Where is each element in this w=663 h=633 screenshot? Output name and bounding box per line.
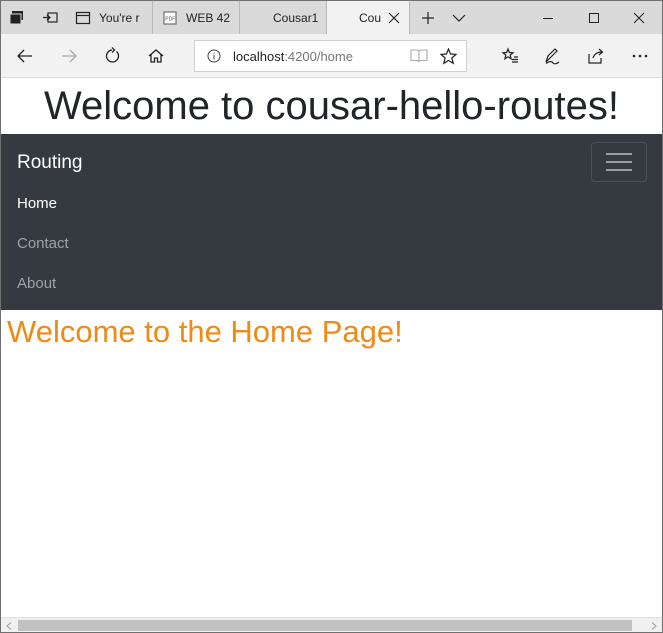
close-window-icon[interactable] [616,1,662,34]
tab-preview-chevron-down-icon[interactable] [443,1,475,34]
refresh-icon[interactable] [90,34,134,78]
page-content: Welcome to cousar-hello-routes! Routing … [1,79,662,617]
tab-bar: You're r PDF WEB 42 Cousar1 Cou [1,1,662,34]
hamburger-icon-bar [606,169,632,171]
svg-text:PDF: PDF [165,16,175,22]
nav-link-contact[interactable]: Contact [17,235,69,252]
address-bar[interactable]: localhost:4200/home [194,40,467,72]
tab-1-label: You're r [99,10,140,25]
home-icon[interactable] [134,34,178,78]
app-navbar: Routing Home Contact About [1,134,662,310]
address-path: :4200/home [284,49,353,64]
page-icon [75,10,91,26]
favorite-star-icon[interactable] [439,47,458,70]
navbar-brand[interactable]: Routing [17,152,83,174]
maximize-icon[interactable] [571,1,617,34]
tab-1[interactable]: You're r [67,1,153,34]
hamburger-icon-bar [606,153,632,155]
tab-3-label: Cousar1 [273,10,319,25]
page-title: Welcome to cousar-hello-routes! [43,84,620,128]
horizontal-scrollbar[interactable] [1,617,662,632]
notes-pen-icon[interactable] [530,34,574,78]
scroll-right-arrow-icon[interactable] [646,618,662,632]
tab-manager-icon[interactable] [1,1,33,34]
share-icon[interactable] [574,34,618,78]
tab-2-label: WEB 42 [186,10,231,25]
minimize-icon[interactable] [525,1,571,34]
hamburger-icon-bar [606,161,632,163]
tab-4-label: Cou [359,11,382,25]
back-icon[interactable] [3,34,47,78]
browser-window: You're r PDF WEB 42 Cousar1 Cou localhos… [0,0,663,633]
tab-4-active[interactable]: Cou [327,1,410,34]
reading-view-icon[interactable] [410,48,428,69]
scrollbar-thumb[interactable] [18,620,632,631]
nav-link-home[interactable]: Home [17,195,57,212]
navbar-toggler-button[interactable] [591,142,647,182]
pdf-icon: PDF [162,10,178,26]
more-options-icon[interactable] [618,34,662,78]
new-tab-icon[interactable] [412,1,444,34]
browser-toolbar: localhost:4200/home [1,34,662,78]
close-tab-icon[interactable] [387,11,401,25]
address-url: localhost:4200/home [233,49,353,64]
address-host: localhost [233,49,285,64]
nav-link-about[interactable]: About [17,275,56,292]
forward-icon[interactable] [47,34,91,78]
tab-2[interactable]: PDF WEB 42 [154,1,240,34]
tab-3[interactable]: Cousar1 [241,1,327,34]
home-welcome-text: Welcome to the Home Page! [7,314,403,349]
favorites-hub-icon[interactable] [488,34,532,78]
info-icon[interactable] [207,49,221,68]
set-tabs-aside-icon[interactable] [34,1,66,34]
scroll-left-arrow-icon[interactable] [1,618,17,632]
